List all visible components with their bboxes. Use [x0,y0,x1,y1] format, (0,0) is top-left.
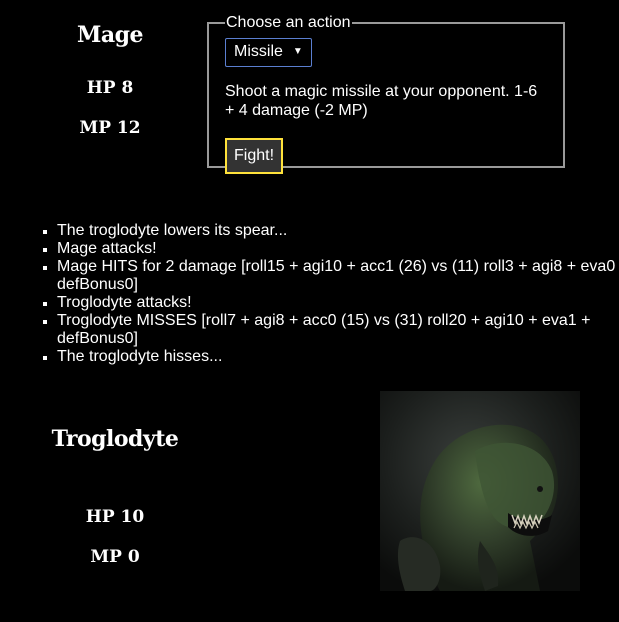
enemy-mp: MP 0 [90,547,140,567]
troglodyte-art [380,391,580,591]
action-description: Shoot a magic missile at your opponent. … [225,83,538,119]
log-entry: The troglodyte lowers its spear... [57,222,619,240]
log-entry: The troglodyte hisses... [57,348,619,366]
log-entry: Troglodyte attacks! [57,294,619,312]
combat-log: The troglodyte lowers its spear... Mage … [0,222,619,366]
player-name: Mage [77,22,144,48]
enemy-hp: HP 10 [85,507,145,527]
log-entry: Mage HITS for 2 damage [roll15 + agi10 +… [57,258,619,294]
log-entry: Troglodyte MISSES [roll7 + agi8 + acc0 (… [57,312,619,348]
player-panel: Mage HP 8 MP 12 [40,14,180,138]
enemy-panel: Troglodyte HP 10 MP 0 [52,426,179,567]
action-select-value: Missile [234,43,283,61]
player-hp: HP 8 [86,78,134,98]
log-entry: Mage attacks! [57,240,619,258]
player-mp: MP 12 [79,118,141,138]
action-legend: Choose an action [226,14,351,31]
enemy-name: Troglodyte [51,426,179,452]
action-panel: Choose an action Missile ▼ Shoot a magic … [207,14,565,174]
troglodyte-portrait-icon [380,391,580,591]
action-select[interactable]: Missile ▼ [225,38,312,67]
fight-button[interactable]: Fight! [225,138,284,174]
dropdown-arrow-icon: ▼ [292,46,303,57]
